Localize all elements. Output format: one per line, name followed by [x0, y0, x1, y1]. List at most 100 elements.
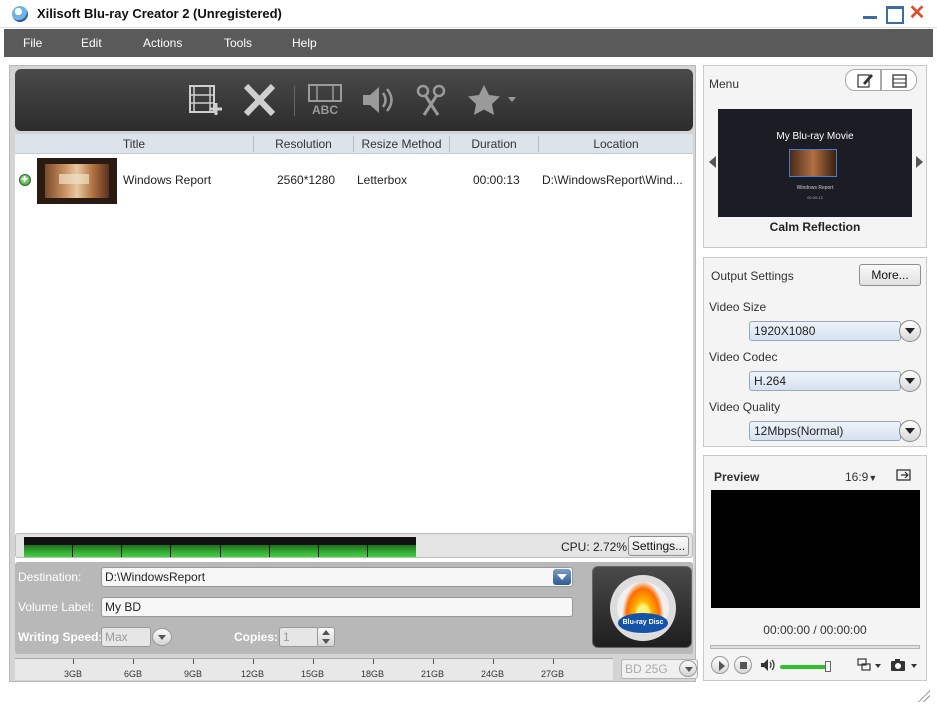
subtitle-button[interactable]: ABC: [306, 83, 344, 117]
capacity-tick: 3GB: [64, 669, 83, 679]
aspect-ratio-value: 16:9: [845, 470, 869, 484]
col-duration[interactable]: Duration: [450, 137, 538, 151]
settings-button[interactable]: Settings...: [628, 536, 689, 556]
cell-location: D:\WindowsReport\Wind...: [542, 173, 683, 187]
split-view-button[interactable]: [857, 658, 883, 675]
minimize-button[interactable]: [860, 3, 882, 23]
video-codec-dropdown-button[interactable]: [899, 370, 921, 392]
next-theme-arrow[interactable]: [916, 156, 923, 168]
menu-tools[interactable]: Tools: [224, 36, 252, 50]
col-resize-method[interactable]: Resize Method: [354, 137, 449, 151]
disc-icon: Blu-ray Disc: [610, 575, 676, 641]
maximize-button[interactable]: [883, 3, 905, 24]
star-effects-icon: [468, 85, 516, 115]
volume-slider[interactable]: [780, 665, 828, 669]
burn-button[interactable]: Blu-ray Disc: [592, 566, 692, 648]
menu-theme-preview[interactable]: My Blu-ray Movie Windows Report 00:00:13: [718, 109, 912, 217]
edit-pencil-icon: [857, 74, 873, 88]
cell-resize-method: Letterbox: [357, 173, 408, 187]
mute-button[interactable]: [760, 658, 776, 675]
cell-duration: 00:00:13: [473, 173, 520, 187]
more-settings-button[interactable]: More...: [859, 264, 921, 286]
copies-label: Copies:: [234, 630, 279, 644]
disc-type-dropdown-button[interactable]: [679, 660, 697, 677]
aspect-ratio-select[interactable]: 16:9▼: [845, 470, 877, 484]
menu-list-button[interactable]: [881, 69, 917, 91]
video-size-label: Video Size: [709, 300, 767, 314]
capacity-tick: 18GB: [361, 669, 385, 679]
close-button[interactable]: ✕: [906, 3, 928, 23]
writing-speed-select[interactable]: Max: [101, 627, 151, 647]
effects-button[interactable]: [466, 83, 518, 117]
capacity-tick: 24GB: [481, 669, 505, 679]
audio-button[interactable]: [359, 83, 397, 117]
col-location[interactable]: Location: [539, 137, 693, 151]
cpu-status-bar: CPU: 2.72% Settings...: [15, 533, 693, 558]
preview-menu-subtitle: Windows Report: [796, 185, 834, 191]
video-quality-dropdown-button[interactable]: [899, 420, 921, 442]
col-resolution[interactable]: Resolution: [254, 137, 353, 151]
menu-file[interactable]: File: [23, 36, 42, 50]
volume-label-field[interactable]: My BD: [101, 597, 573, 617]
destination-dropdown-button[interactable]: [553, 569, 571, 585]
copies-stepper[interactable]: [317, 627, 335, 647]
menu-actions[interactable]: Actions: [143, 36, 182, 50]
window-resize-grip[interactable]: [918, 690, 930, 702]
delete-x-icon: [243, 83, 276, 117]
output-settings-panel: Output Settings More... Video Size 1920X…: [703, 257, 927, 447]
destination-label: Destination:: [18, 570, 82, 584]
preview-panel: Preview 16:9▼ 00:00:00 / 00:00:00: [703, 455, 927, 681]
clip-button[interactable]: [412, 83, 450, 117]
file-list-header: Title Resolution Resize Method Duration …: [15, 134, 693, 154]
menu-panel-title: Menu: [709, 77, 740, 91]
app-logo-icon: [12, 6, 28, 22]
volume-slider-handle[interactable]: [825, 661, 831, 672]
stop-button[interactable]: [734, 656, 752, 674]
main-panel: ABC Title Resolution Resize Method Durat…: [9, 65, 698, 682]
menu-edit[interactable]: Edit: [81, 36, 102, 50]
snapshot-button[interactable]: [890, 658, 920, 675]
theme-name: Calm Reflection: [769, 220, 861, 234]
expand-add-icon[interactable]: [19, 172, 31, 186]
add-video-icon: [189, 85, 222, 115]
video-preview-screen: [711, 490, 920, 608]
remove-button[interactable]: [241, 83, 279, 117]
preview-title: Preview: [714, 470, 760, 484]
edit-menu-button[interactable]: [845, 69, 881, 91]
split-screen-icon: [857, 658, 881, 671]
scissors-icon: [416, 84, 446, 116]
capacity-tick: 21GB: [421, 669, 445, 679]
video-quality-label: Video Quality: [709, 400, 781, 414]
writing-speed-label: Writing Speed:: [18, 630, 103, 644]
play-button[interactable]: [711, 656, 729, 674]
video-codec-select[interactable]: H.264: [749, 371, 901, 391]
menu-panel: Menu My Blu-ray Movie Windows Report 00:…: [703, 65, 927, 248]
add-file-button[interactable]: [187, 83, 225, 117]
video-size-select[interactable]: 1920X1080: [749, 321, 901, 341]
destination-field[interactable]: D:\WindowsReport: [101, 567, 573, 587]
speaker-icon: [363, 87, 393, 113]
video-quality-select[interactable]: 12Mbps(Normal): [749, 421, 901, 441]
title-bar: Xilisoft Blu-ray Creator 2 (Unregistered…: [0, 0, 937, 28]
preview-menu-duration: 00:00:13: [807, 195, 823, 200]
cpu-usage-text: CPU: 2.72%: [561, 540, 628, 554]
menu-bar: File Edit Actions Tools Help: [4, 29, 933, 57]
previous-theme-arrow[interactable]: [709, 156, 716, 168]
cell-resolution: 2560*1280: [277, 173, 336, 187]
popout-icon: [896, 469, 911, 481]
detach-preview-button[interactable]: [896, 468, 912, 485]
capacity-tick: 12GB: [241, 669, 265, 679]
svg-text:ABC: ABC: [312, 103, 338, 117]
table-row[interactable]: Windows Report 2560*1280 Letterbox 00:00…: [15, 156, 693, 206]
menu-help[interactable]: Help: [292, 36, 317, 50]
toolbar-separator: [294, 86, 295, 116]
seek-bar[interactable]: [710, 645, 920, 649]
volume-icon: [761, 659, 775, 671]
col-title[interactable]: Title: [15, 137, 253, 151]
cpu-meter: [24, 537, 416, 557]
capacity-tick: 6GB: [124, 669, 143, 679]
copies-field[interactable]: 1: [279, 627, 319, 647]
video-size-dropdown-button[interactable]: [899, 320, 921, 342]
writing-speed-dropdown-button[interactable]: [152, 628, 172, 646]
window-title: Xilisoft Blu-ray Creator 2 (Unregistered…: [37, 6, 282, 21]
